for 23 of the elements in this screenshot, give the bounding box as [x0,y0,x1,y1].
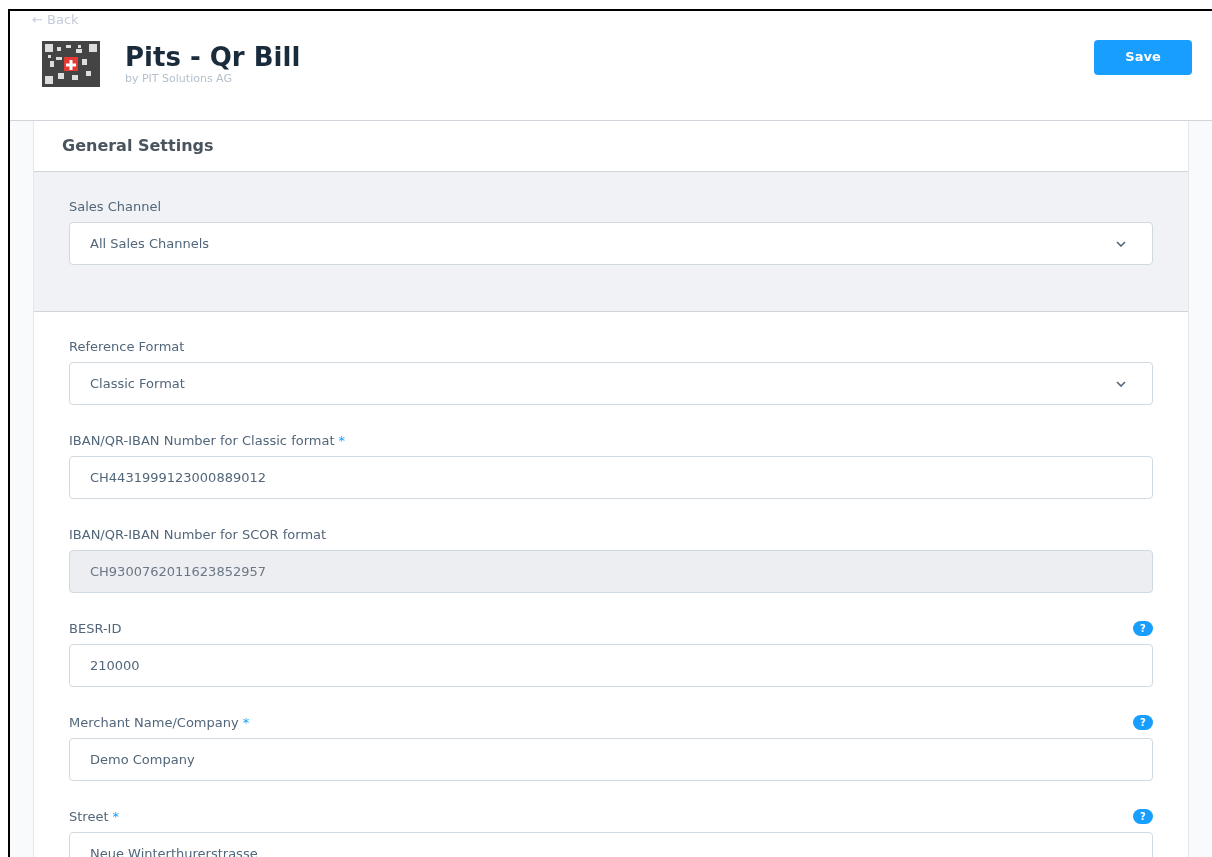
field-label: Street [69,807,109,826]
chevron-down-icon [1116,240,1126,247]
field-label: BESR-ID [69,619,122,638]
required-mark: * [242,713,250,732]
field-label: Sales Channel [69,197,162,216]
field-label: Reference Format [69,337,185,356]
chevron-down-icon [1116,380,1126,387]
input-field[interactable]: Demo Company [69,738,1153,781]
input-field[interactable]: Neue Winterthurerstrasse [69,832,1153,857]
input-field[interactable]: CH4431999123000889012 [69,456,1153,499]
select-field[interactable]: All Sales Channels [69,222,1153,265]
input-field[interactable]: CH9300762011623852957 [69,550,1153,593]
field-label: IBAN/QR-IBAN Number for SCOR format [69,525,327,544]
input-field[interactable]: 210000 [69,644,1153,687]
required-mark: * [112,807,119,826]
app-vendor: by PIT Solutions AG [125,72,233,86]
select-field[interactable]: Classic Format [69,362,1153,405]
field-label: Merchant Name/Company [69,713,239,732]
required-mark: * [338,431,345,450]
card-title: General Settings [62,135,214,157]
field-label: IBAN/QR-IBAN Number for Classic format [69,431,335,450]
qr-code-icon [42,41,100,87]
app-title: Pits - Qr Bill [125,42,301,72]
